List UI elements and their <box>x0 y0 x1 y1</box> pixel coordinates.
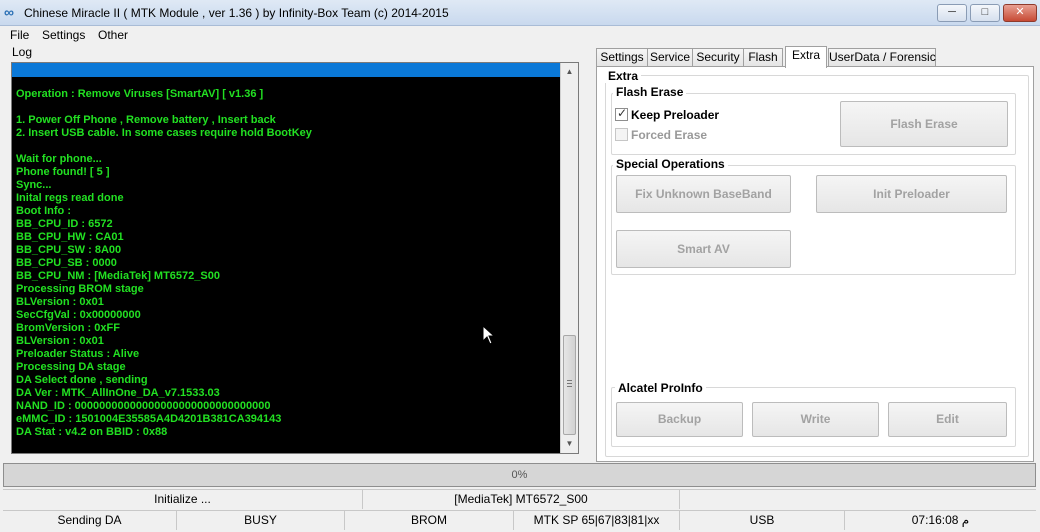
tab-settings[interactable]: Settings <box>596 48 648 67</box>
scroll-thumb[interactable] <box>563 335 576 435</box>
status-sp: MTK SP 65|67|83|81|xx <box>514 511 680 530</box>
log-line: BB_CPU_SW : 8A00 <box>16 244 122 256</box>
log-line: Operation : Remove Viruses [SmartAV] [ v… <box>16 88 264 100</box>
init-preloader-button[interactable]: Init Preloader <box>816 175 1007 213</box>
log-line: BB_CPU_HW : CA01 <box>16 231 124 243</box>
window-title: Chinese Miracle II ( MTK Module , ver 1.… <box>24 6 449 20</box>
log-line: Phone found! [ 5 ] <box>16 166 110 178</box>
edit-button[interactable]: Edit <box>888 402 1007 437</box>
log-line: Boot Info : <box>16 205 71 217</box>
log-line: eMMC_ID : 1501004E35585A4D4201B381CA3941… <box>16 413 282 425</box>
scroll-up-icon[interactable]: ▲ <box>561 63 578 80</box>
keep-preloader-check-icon[interactable]: ✓ <box>615 106 628 121</box>
backup-button[interactable]: Backup <box>616 402 743 437</box>
smart-av-button[interactable]: Smart AV <box>616 230 791 268</box>
progress-text: 0% <box>511 469 528 481</box>
flash-erase-button[interactable]: Flash Erase <box>840 101 1008 147</box>
log-line: 1. Power Off Phone , Remove battery , In… <box>16 114 276 126</box>
log-line: NAND_ID : 000000000000000000000000000000… <box>16 400 271 412</box>
log-line: BB_CPU_SB : 0000 <box>16 257 117 269</box>
write-button[interactable]: Write <box>752 402 879 437</box>
log-line: BLVersion : 0x01 <box>16 296 104 308</box>
extra-group-title: Extra <box>605 69 642 83</box>
tab-userdata-forensic[interactable]: UserData / Forensic <box>828 48 936 67</box>
log-label: Log <box>12 45 33 59</box>
log-scrollbar[interactable]: ▲ ▼ <box>560 63 578 453</box>
log-line: DA Stat : v4.2 on BBID : 0x88 <box>16 426 168 438</box>
keep-preloader-checkbox[interactable]: ✓ Keep Preloader <box>615 106 720 122</box>
status-bar-top: Initialize ... [MediaTek] MT6572_S00 <box>3 489 1036 509</box>
status-stage: Sending DA <box>3 511 177 530</box>
log-line: 2. Insert USB cable. In some cases requi… <box>16 127 312 139</box>
log-line: Processing BROM stage <box>16 283 144 295</box>
status-state: BUSY <box>177 511 345 530</box>
log-line: DA Select done , sending <box>16 374 148 386</box>
tab-service[interactable]: Service <box>647 48 693 67</box>
title-bar: ∞ Chinese Miracle II ( MTK Module , ver … <box>0 0 1040 26</box>
special-operations-title: Special Operations <box>613 157 728 171</box>
log-text: Operation : Remove Viruses [SmartAV] [ v… <box>16 88 560 439</box>
menu-settings[interactable]: Settings <box>42 28 85 42</box>
tab-flash[interactable]: Flash <box>743 48 783 67</box>
menu-bar: File Settings Other <box>0 26 1040 44</box>
menu-file[interactable]: File <box>10 28 29 42</box>
log-line: Inital regs read done <box>16 192 124 204</box>
status-extra <box>680 490 1036 509</box>
log-line: BB_CPU_NM : [MediaTek] MT6572_S00 <box>16 270 220 282</box>
log-line: BLVersion : 0x01 <box>16 335 104 347</box>
log-line: BB_CPU_ID : 6572 <box>16 218 113 230</box>
close-button[interactable]: ✕ <box>1003 4 1037 22</box>
menu-other[interactable]: Other <box>98 28 128 42</box>
tab-extra[interactable]: Extra <box>785 46 827 68</box>
forced-erase-checkbox[interactable]: Forced Erase <box>615 128 707 142</box>
status-mode: BROM <box>345 511 514 530</box>
log-box[interactable]: Operation : Remove Viruses [SmartAV] [ v… <box>11 62 579 454</box>
log-line: Sync... <box>16 179 52 191</box>
status-bar-bottom: Sending DA BUSY BROM MTK SP 65|67|83|81|… <box>3 510 1036 530</box>
tab-security[interactable]: Security <box>692 48 744 67</box>
keep-preloader-label: Keep Preloader <box>631 108 720 122</box>
alcatel-proinfo-title: Alcatel ProInfo <box>615 381 706 395</box>
status-operation: Initialize ... <box>3 490 363 509</box>
log-selection-bar <box>12 63 560 77</box>
flash-erase-title: Flash Erase <box>613 85 687 99</box>
fix-unknown-baseband-button[interactable]: Fix Unknown BaseBand <box>616 175 791 213</box>
forced-erase-label: Forced Erase <box>631 128 708 142</box>
log-line: Preloader Status : Alive <box>16 348 140 360</box>
mouse-cursor-icon <box>482 325 496 345</box>
log-line: Wait for phone... <box>16 153 102 165</box>
minimize-button[interactable]: ─ <box>937 4 967 22</box>
maximize-button[interactable]: □ <box>970 4 1000 22</box>
progress-bar: 0% <box>3 463 1036 487</box>
scroll-down-icon[interactable]: ▼ <box>561 435 578 452</box>
log-line: Processing DA stage <box>16 361 126 373</box>
app-logo-icon: ∞ <box>4 4 14 20</box>
status-device: [MediaTek] MT6572_S00 <box>363 490 680 509</box>
extra-panel: Extra Flash Erase ✓ Keep Preloader Forced… <box>596 66 1034 462</box>
log-line: BromVersion : 0xFF <box>16 322 120 334</box>
status-time: 07:16:08 م <box>911 513 970 527</box>
log-line: DA Ver : MTK_AllInOne_DA_v7.1533.03 <box>16 387 220 399</box>
log-line: SecCfgVal : 0x00000000 <box>16 309 141 321</box>
status-port: USB <box>680 511 845 530</box>
forced-erase-check-icon[interactable] <box>615 128 628 141</box>
